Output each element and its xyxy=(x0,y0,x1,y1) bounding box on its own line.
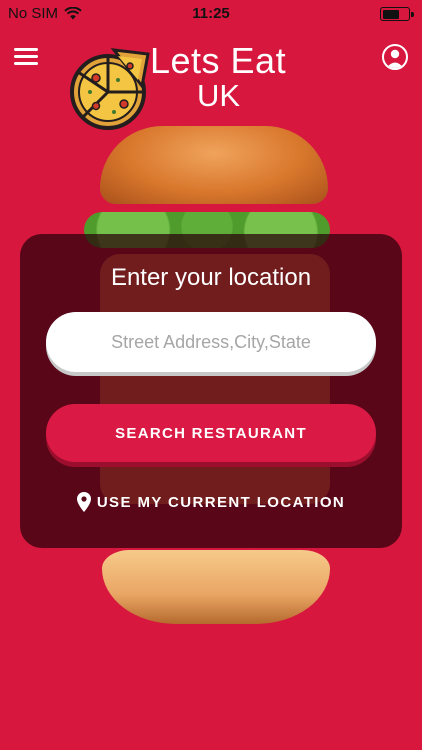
use-current-location-link[interactable]: USE MY CURRENT LOCATION xyxy=(20,492,402,512)
use-current-location-label: USE MY CURRENT LOCATION xyxy=(96,493,346,511)
location-search-card: Enter your location SEARCH RESTAURANT US… xyxy=(20,234,402,548)
burger-bottom-bun-image xyxy=(102,550,330,624)
clock: 11:25 xyxy=(192,5,230,22)
address-input[interactable] xyxy=(46,312,376,372)
status-bar: No SIM 11:25 xyxy=(0,0,422,28)
search-restaurant-button[interactable]: SEARCH RESTAURANT xyxy=(46,404,376,462)
map-pin-icon xyxy=(76,492,91,512)
hamburger-menu-icon[interactable] xyxy=(14,48,40,66)
burger-top-bun-image xyxy=(100,126,328,204)
brand-title: Lets Eat xyxy=(150,40,287,81)
brand-subtitle: UK xyxy=(197,78,241,113)
pizza-logo-icon xyxy=(70,48,150,130)
card-title: Enter your location xyxy=(110,264,312,291)
user-profile-icon[interactable] xyxy=(382,44,408,70)
battery-icon xyxy=(380,7,414,21)
